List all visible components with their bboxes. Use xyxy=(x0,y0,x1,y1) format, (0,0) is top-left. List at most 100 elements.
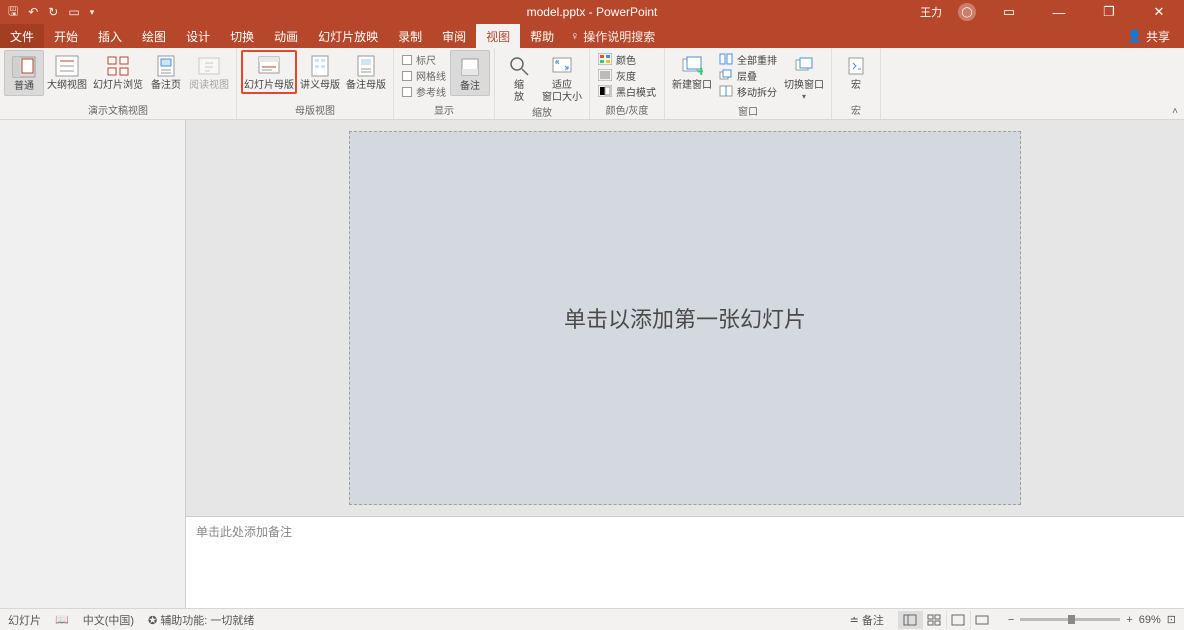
share-label: 共享 xyxy=(1146,28,1170,45)
handout-master-button[interactable]: 讲义母版 xyxy=(297,50,343,94)
minimize-button[interactable]: — xyxy=(1042,5,1076,20)
dropdown-icon: ▾ xyxy=(802,92,806,101)
user-name[interactable]: 王力 xyxy=(920,4,942,20)
bw-icon xyxy=(598,85,612,99)
save-icon[interactable]: 🖫 xyxy=(8,2,18,23)
outline-view-button[interactable]: 大纲视图 xyxy=(44,50,90,94)
status-accessibility[interactable]: ✪ 辅助功能: 一切就绪 xyxy=(148,612,254,628)
share-button[interactable]: 👤 共享 xyxy=(1127,24,1184,48)
tab-file[interactable]: 文件 xyxy=(0,24,44,48)
group-macros: 宏 宏 xyxy=(832,48,881,119)
notes-pane[interactable]: 单击此处添加备注 xyxy=(186,516,1184,608)
cascade-button[interactable]: 层叠 xyxy=(715,68,781,83)
tab-view[interactable]: 视图 xyxy=(476,24,520,48)
group-window: ✚ 新建窗口 全部重排 层叠 移动拆分 切换窗口 ▾ 窗口 xyxy=(665,48,832,119)
notes-master-button[interactable]: 备注母版 xyxy=(343,50,389,94)
color-button[interactable]: 颜色 xyxy=(594,52,660,67)
reading-view-statusbtn[interactable] xyxy=(946,611,970,629)
group-master-views: 幻灯片母版 讲义母版 备注母版 母版视图 xyxy=(237,48,394,119)
title-bar: 🖫 ↶ ↻ ▭ ▾ model.pptx - PowerPoint 王力 ◯ ▭… xyxy=(0,0,1184,24)
move-split-button[interactable]: 移动拆分 xyxy=(715,84,781,99)
add-first-slide-placeholder[interactable]: 单击以添加第一张幻灯片 xyxy=(349,131,1021,505)
tab-transitions[interactable]: 切换 xyxy=(220,24,264,48)
collapse-ribbon-button[interactable]: ˄ xyxy=(1172,106,1178,117)
slide-thumbnails-pane[interactable] xyxy=(0,120,186,608)
grayscale-icon xyxy=(598,69,612,83)
zoom-button[interactable]: 缩 放 xyxy=(499,50,539,106)
tell-me-search[interactable]: ♀ 操作说明搜索 xyxy=(570,24,655,48)
restore-button[interactable]: ❐ xyxy=(1092,4,1126,20)
group-label-show: 显示 xyxy=(434,102,454,119)
arrange-all-button[interactable]: 全部重排 xyxy=(715,52,781,67)
share-icon: 👤 xyxy=(1127,29,1142,43)
new-window-button[interactable]: ✚ 新建窗口 xyxy=(669,50,715,94)
slide-sorter-icon xyxy=(104,52,132,80)
zoom-in-button[interactable]: + xyxy=(1126,614,1132,626)
tab-record[interactable]: 录制 xyxy=(388,24,432,48)
zoom-percent[interactable]: 69% xyxy=(1139,614,1161,626)
tab-home[interactable]: 开始 xyxy=(44,24,88,48)
group-color-grayscale: 颜色 灰度 黑白模式 颜色/灰度 xyxy=(590,48,665,119)
view-buttons xyxy=(898,611,994,629)
gridlines-checkbox[interactable]: 网格线 xyxy=(398,68,450,83)
ribbon-tabs: 文件 开始 插入 绘图 设计 切换 动画 幻灯片放映 录制 审阅 视图 帮助 ♀… xyxy=(0,24,1184,48)
group-label-master-views: 母版视图 xyxy=(295,102,335,119)
normal-view-button[interactable]: 普通 xyxy=(4,50,44,96)
normal-view-statusbtn[interactable] xyxy=(898,611,922,629)
notes-pane-button[interactable]: 备注 xyxy=(450,50,490,96)
arrange-all-icon xyxy=(719,53,733,67)
status-thesaurus-icon[interactable]: 📖 xyxy=(55,613,69,626)
notes-placeholder-text: 单击此处添加备注 xyxy=(196,525,292,539)
redo-icon[interactable]: ↻ xyxy=(48,5,58,19)
slide-sorter-button[interactable]: 幻灯片浏览 xyxy=(90,50,146,94)
fit-to-window-button[interactable]: 适应 窗口大小 xyxy=(539,50,585,106)
group-label-presentation-views: 演示文稿视图 xyxy=(88,102,148,119)
zoom-icon xyxy=(505,52,533,80)
zoom-slider[interactable] xyxy=(1020,618,1120,621)
lightbulb-icon: ♀ xyxy=(570,29,579,43)
close-button[interactable]: ✕ xyxy=(1142,4,1176,20)
slideshow-start-icon[interactable]: ▭ xyxy=(68,5,79,19)
ruler-checkbox[interactable]: 标尺 xyxy=(398,52,450,67)
status-notes-button[interactable]: ≐ 备注 xyxy=(850,612,884,628)
group-presentation-views: 普通 大纲视图 幻灯片浏览 备注页 阅读视图 演示文稿视图 xyxy=(0,48,237,119)
user-avatar-icon[interactable]: ◯ xyxy=(958,3,976,21)
group-label-window: 窗口 xyxy=(738,103,758,120)
window-title: model.pptx - PowerPoint xyxy=(527,5,658,19)
reading-view-icon xyxy=(195,52,223,80)
notes-page-button[interactable]: 备注页 xyxy=(146,50,186,94)
tab-insert[interactable]: 插入 xyxy=(88,24,132,48)
notes-pane-icon xyxy=(456,53,484,81)
tab-slideshow[interactable]: 幻灯片放映 xyxy=(308,24,388,48)
sorter-view-statusbtn[interactable] xyxy=(922,611,946,629)
new-window-icon: ✚ xyxy=(678,52,706,80)
group-label-color: 颜色/灰度 xyxy=(606,102,649,119)
tell-me-label: 操作说明搜索 xyxy=(583,28,655,45)
switch-windows-icon xyxy=(790,52,818,80)
ribbon: 普通 大纲视图 幻灯片浏览 备注页 阅读视图 演示文稿视图 xyxy=(0,48,1184,120)
ribbon-display-options-icon[interactable]: ▭ xyxy=(992,4,1026,20)
tab-review[interactable]: 审阅 xyxy=(432,24,476,48)
cascade-icon xyxy=(719,69,733,83)
black-white-button[interactable]: 黑白模式 xyxy=(594,84,660,99)
macros-button[interactable]: 宏 xyxy=(836,50,876,94)
status-slide-label[interactable]: 幻灯片 xyxy=(8,612,41,628)
zoom-out-button[interactable]: − xyxy=(1008,614,1014,626)
tab-design[interactable]: 设计 xyxy=(176,24,220,48)
qat-dropdown-icon[interactable]: ▾ xyxy=(90,7,95,18)
fit-to-window-statusbtn[interactable]: ⊡ xyxy=(1167,613,1176,626)
tab-help[interactable]: 帮助 xyxy=(520,24,564,48)
reading-view-button[interactable]: 阅读视图 xyxy=(186,50,232,94)
undo-icon[interactable]: ↶ xyxy=(28,5,38,19)
switch-windows-button[interactable]: 切换窗口 ▾ xyxy=(781,50,827,103)
guides-checkbox[interactable]: 参考线 xyxy=(398,84,450,99)
slide-editor-area: 单击以添加第一张幻灯片 xyxy=(186,120,1184,516)
status-language[interactable]: 中文(中国) xyxy=(83,612,134,628)
slideshow-statusbtn[interactable] xyxy=(970,611,994,629)
zoom-control: − + 69% ⊡ xyxy=(1008,613,1176,626)
notes-master-icon xyxy=(352,52,380,80)
tab-animations[interactable]: 动画 xyxy=(264,24,308,48)
grayscale-button[interactable]: 灰度 xyxy=(594,68,660,83)
tab-draw[interactable]: 绘图 xyxy=(132,24,176,48)
slide-master-button[interactable]: 幻灯片母版 xyxy=(241,50,297,94)
